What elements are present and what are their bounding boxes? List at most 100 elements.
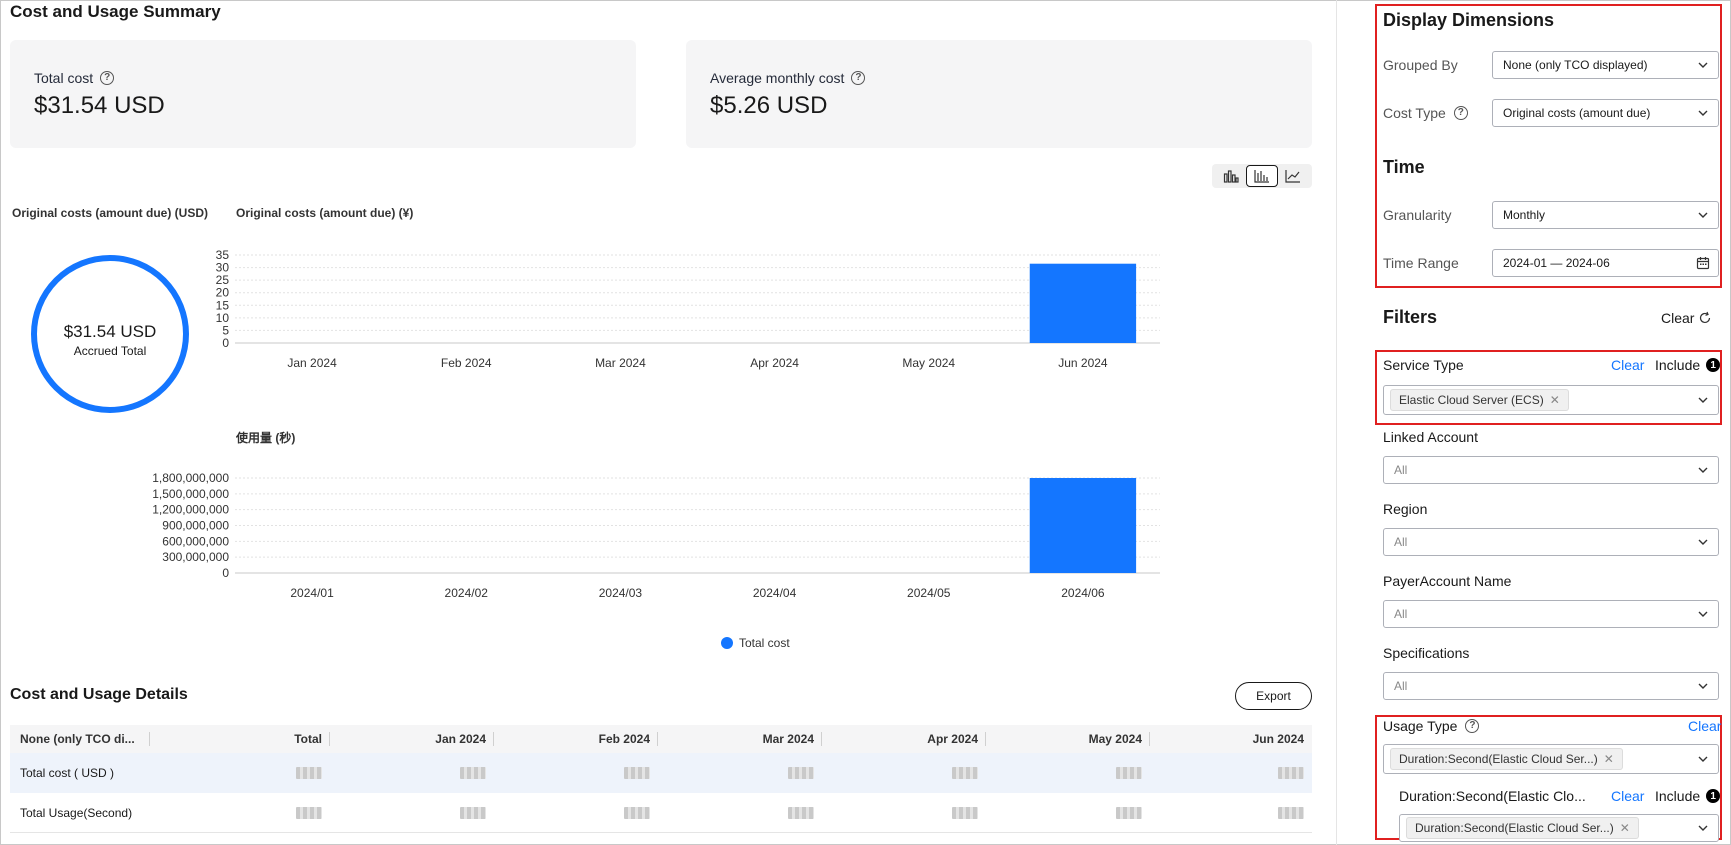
- usage-type-tag-label: Duration:Second(Elastic Cloud Ser...): [1399, 752, 1598, 766]
- column-header-may[interactable]: May 2024: [986, 725, 1150, 753]
- column-header-jun[interactable]: Jun 2024: [1150, 725, 1312, 753]
- chevron-down-icon: [1698, 825, 1708, 831]
- refresh-icon: [1700, 311, 1711, 324]
- chevron-down-icon: [1698, 62, 1708, 68]
- average-monthly-cost-label: Average monthly cost: [710, 70, 845, 86]
- close-icon[interactable]: ✕: [1620, 821, 1630, 835]
- average-monthly-cost-value: $5.26 USD: [710, 92, 828, 119]
- stacked-bar-chart-icon[interactable]: [1246, 165, 1278, 187]
- help-icon[interactable]: ?: [1453, 106, 1468, 120]
- usage-type-label-row: Usage Type ?: [1383, 718, 1480, 734]
- table-header: None (only TCO di... Total Jan 2024 Feb …: [10, 725, 1312, 753]
- total-cost-value: $31.54 USD: [34, 92, 165, 119]
- column-header-jan[interactable]: Jan 2024: [330, 725, 494, 753]
- service-type-tag: Elastic Cloud Server (ECS) ✕: [1390, 389, 1569, 411]
- chart-legend[interactable]: Total cost: [721, 636, 790, 650]
- total-cost-card: Total cost? $31.54 USD: [10, 40, 636, 148]
- masked-value: [296, 767, 322, 779]
- usage-sub-select[interactable]: Duration:Second(Elastic Cloud Ser...) ✕: [1399, 814, 1719, 842]
- y-tick-label: 0: [222, 566, 229, 580]
- average-monthly-cost-card: Average monthly cost? $5.26 USD: [686, 40, 1312, 148]
- row-label: Total cost ( USD ): [20, 766, 115, 780]
- column-header-feb[interactable]: Feb 2024: [494, 725, 658, 753]
- y-tick-label: 1,200,000,000: [152, 503, 229, 517]
- total-cost-label: Total cost: [34, 70, 94, 86]
- masked-value: [624, 806, 650, 819]
- x-tick-label: 2024/02: [445, 586, 489, 600]
- service-type-select[interactable]: Elastic Cloud Server (ECS) ✕: [1383, 385, 1719, 415]
- masked-value: [460, 767, 486, 779]
- column-header-mar[interactable]: Mar 2024: [658, 725, 822, 753]
- bar-6: [1029, 263, 1137, 343]
- filters-clear-button[interactable]: Clear: [1661, 310, 1712, 326]
- x-tick-label: 2024/03: [599, 586, 643, 600]
- y-tick-label: 900,000,000: [162, 519, 229, 533]
- specifications-value: All: [1394, 679, 1408, 693]
- service-type-label: Service Type: [1383, 357, 1464, 373]
- usage-type-clear-link[interactable]: Clear: [1688, 718, 1721, 734]
- masked-value: [624, 767, 650, 779]
- highlight-box-display: [1375, 4, 1722, 288]
- row-label: Total Usage(Second): [20, 805, 133, 820]
- column-header-group[interactable]: None (only TCO di...: [10, 725, 150, 753]
- time-range-picker[interactable]: 2024-01 — 2024-06: [1492, 249, 1719, 277]
- y-tick-label: 1,800,000,000: [152, 471, 229, 485]
- help-icon[interactable]: ?: [100, 71, 115, 85]
- x-tick-label: 2024/01: [290, 586, 334, 600]
- chevron-down-icon: [1698, 611, 1708, 617]
- x-tick-label: May 2024: [902, 356, 955, 370]
- chevron-down-icon: [1698, 467, 1708, 473]
- specifications-select[interactable]: All: [1383, 672, 1719, 700]
- usage-type-select[interactable]: Duration:Second(Elastic Cloud Ser...) ✕: [1383, 744, 1719, 774]
- chevron-down-icon: [1698, 683, 1708, 689]
- close-icon[interactable]: ✕: [1550, 393, 1560, 407]
- usage-sub-include[interactable]: Include 1: [1655, 788, 1721, 804]
- usage-sub-tag: Duration:Second(Elastic Cloud Ser...) ✕: [1406, 817, 1639, 839]
- chevron-down-icon: [1698, 397, 1708, 403]
- masked-value: [1116, 767, 1142, 779]
- masked-value: [1278, 806, 1304, 819]
- filters-title: Filters: [1383, 307, 1438, 327]
- region-select[interactable]: All: [1383, 528, 1719, 556]
- granularity-select[interactable]: Monthly: [1492, 201, 1719, 229]
- export-button[interactable]: Export: [1235, 682, 1312, 710]
- usage-sub-clear-link[interactable]: Clear: [1611, 788, 1644, 804]
- time-range-label: Time Range: [1383, 255, 1459, 271]
- masked-value: [296, 806, 322, 819]
- payer-account-select[interactable]: All: [1383, 600, 1719, 628]
- calendar-icon: [1696, 257, 1710, 270]
- x-tick-label: Mar 2024: [595, 356, 646, 370]
- x-tick-label: 2024/04: [753, 586, 797, 600]
- close-icon[interactable]: ✕: [1604, 752, 1614, 766]
- column-header-total[interactable]: Total: [150, 725, 330, 753]
- service-type-include-label: Include: [1655, 357, 1701, 373]
- y-tick-label: 1,500,000,000: [152, 487, 229, 501]
- panel-divider: [1336, 0, 1337, 845]
- line-chart-icon[interactable]: [1278, 165, 1309, 187]
- filter-panel: Display Dimensions Grouped By None (only…: [1375, 0, 1731, 845]
- service-type-include[interactable]: Include 1: [1655, 357, 1721, 373]
- chevron-down-icon: [1698, 539, 1708, 545]
- specifications-label: Specifications: [1383, 645, 1470, 661]
- service-type-tag-label: Elastic Cloud Server (ECS): [1399, 393, 1544, 407]
- chevron-down-icon: [1698, 756, 1708, 762]
- linked-account-label: Linked Account: [1383, 429, 1478, 445]
- help-icon[interactable]: ?: [1465, 719, 1480, 733]
- x-tick-label: Feb 2024: [441, 356, 492, 370]
- linked-account-select[interactable]: All: [1383, 456, 1719, 484]
- table-row: Total cost ( USD ): [10, 753, 1312, 793]
- usage-bar-chart: 1,800,000,000 1,500,000,000 1,200,000,000 9…: [152, 471, 1160, 600]
- column-header-apr[interactable]: Apr 2024: [822, 725, 986, 753]
- usage-chart-title: 使用量 (秒): [236, 431, 296, 445]
- help-icon[interactable]: ?: [851, 71, 866, 85]
- grouped-by-select[interactable]: None (only TCO displayed): [1492, 51, 1719, 79]
- cost-type-select[interactable]: Original costs (amount due): [1492, 99, 1719, 127]
- summary-title: Cost and Usage Summary: [10, 2, 221, 21]
- filters-clear-label: Clear: [1661, 310, 1695, 326]
- x-tick-label: 2024/05: [907, 586, 951, 600]
- grouped-by-label: Grouped By: [1383, 57, 1458, 73]
- x-tick-label: Jun 2024: [1058, 356, 1108, 370]
- service-type-clear-link[interactable]: Clear: [1611, 357, 1644, 373]
- legend-label: Total cost: [739, 636, 790, 650]
- bar-chart-icon[interactable]: [1215, 165, 1246, 187]
